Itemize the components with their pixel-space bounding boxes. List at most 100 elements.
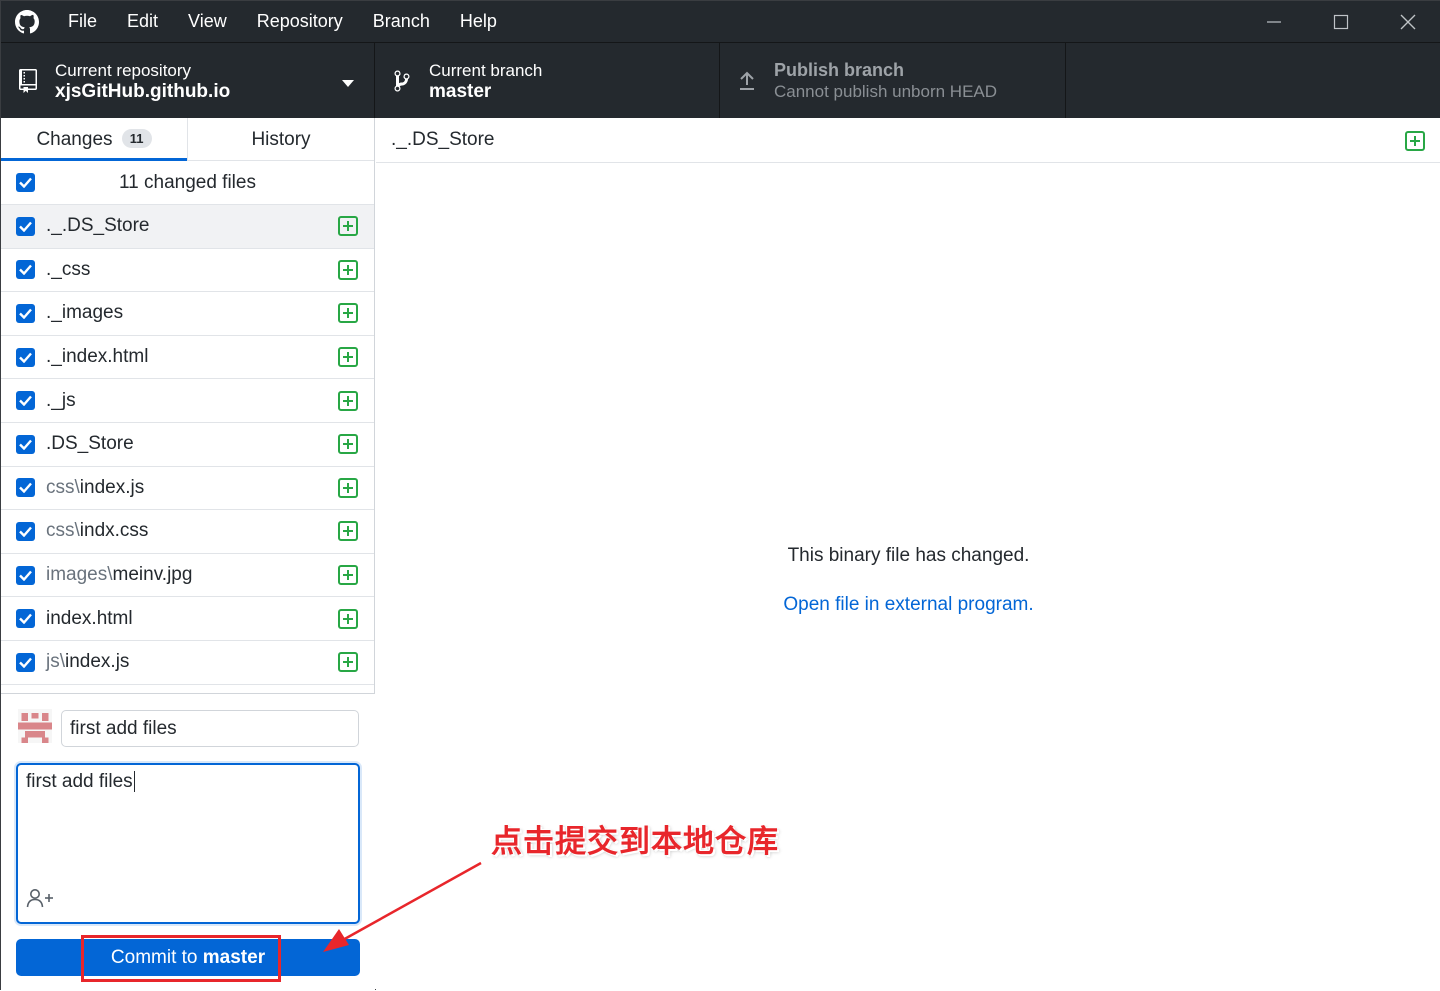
file-checkbox[interactable]: [16, 303, 35, 323]
file-name: ._css: [46, 258, 91, 280]
check-icon: [19, 657, 32, 668]
check-icon: [19, 265, 32, 276]
file-path: js\index.js: [46, 651, 129, 673]
file-checkbox[interactable]: [16, 609, 35, 629]
file-name: index.js: [79, 476, 145, 498]
github-logo-icon: [1, 1, 53, 42]
add-coauthor-icon[interactable]: [26, 888, 54, 914]
file-row[interactable]: ._images: [1, 292, 374, 336]
tab-changes[interactable]: Changes 11: [1, 118, 187, 161]
binary-file-message: This binary file has changed.: [787, 545, 1030, 566]
file-checkbox[interactable]: [16, 478, 35, 498]
tab-history[interactable]: History: [187, 118, 374, 160]
file-checkbox[interactable]: [16, 347, 35, 367]
repo-icon: [1, 69, 55, 93]
file-path: .DS_Store: [46, 433, 134, 455]
file-path: ._index.html: [46, 346, 148, 368]
file-checkbox[interactable]: [16, 391, 35, 411]
publish-branch-button[interactable]: Publish branch Cannot publish unborn HEA…: [720, 43, 1066, 119]
file-added-icon: [338, 390, 358, 411]
changed-files-count: 11 changed files: [119, 171, 256, 193]
current-repository-dropdown[interactable]: Current repository xjsGitHub.github.io: [1, 43, 375, 119]
diff-file-path: ._.DS_Store: [391, 129, 495, 150]
menu-repository[interactable]: Repository: [242, 1, 358, 42]
check-icon: [19, 526, 32, 537]
branch-name: master: [429, 80, 492, 102]
changed-file-list: ._.DS_Store ._css ._images ._index.html ._js…: [1, 205, 374, 685]
open-external-link[interactable]: Open file in external program.: [376, 594, 1440, 616]
github-desktop-window: File Edit View Repository Branch Help Cu…: [0, 0, 1440, 991]
current-branch-dropdown[interactable]: Current branch master: [375, 43, 720, 119]
file-added-icon: [338, 347, 358, 368]
file-checkbox[interactable]: [16, 260, 35, 280]
commit-description-text: first add files: [26, 771, 135, 792]
changes-count-badge: 11: [121, 129, 152, 148]
file-row[interactable]: ._index.html: [1, 336, 374, 380]
check-icon: [19, 483, 32, 494]
toolbar: Current repository xjsGitHub.github.io C…: [1, 42, 1440, 119]
file-checkbox[interactable]: [16, 216, 35, 236]
file-row[interactable]: ._.DS_Store: [1, 205, 374, 249]
publish-label: Publish branch: [774, 59, 905, 80]
file-row[interactable]: ._js: [1, 379, 374, 423]
file-path: css\indx.css: [46, 520, 148, 542]
check-icon: [19, 308, 32, 319]
minimize-icon: [1266, 20, 1281, 23]
file-checkbox[interactable]: [16, 652, 35, 672]
branch-label: Current branch: [429, 60, 543, 80]
file-name: ._.DS_Store: [46, 215, 150, 237]
file-checkbox[interactable]: [16, 434, 35, 454]
commit-description-input[interactable]: first add files: [16, 763, 360, 924]
file-row[interactable]: css\index.js: [1, 467, 374, 511]
commit-summary-input[interactable]: first add files: [61, 710, 359, 747]
file-added-icon: [338, 565, 358, 586]
menu-view[interactable]: View: [173, 1, 242, 42]
check-icon: [19, 221, 32, 232]
file-added-icon: [338, 434, 358, 455]
menu-edit[interactable]: Edit: [112, 1, 173, 42]
file-row[interactable]: index.html: [1, 597, 374, 641]
branch-icon: [375, 69, 429, 93]
minimize-button[interactable]: [1240, 1, 1307, 42]
check-icon: [19, 613, 32, 625]
upload-icon: [720, 70, 774, 92]
file-dir: images\: [46, 564, 113, 586]
file-added-icon: [1405, 131, 1425, 156]
menu-help[interactable]: Help: [445, 1, 512, 42]
file-row[interactable]: css\indx.css: [1, 510, 374, 554]
menu-file[interactable]: File: [53, 1, 112, 42]
file-name: index.js: [65, 651, 130, 673]
open-external-link-text: Open file in external program.: [783, 594, 1034, 615]
file-added-icon: [338, 259, 358, 280]
changed-files-header: 11 changed files: [1, 161, 374, 205]
file-dir: css\: [46, 476, 80, 498]
file-added-icon: [338, 608, 358, 629]
file-name: indx.css: [79, 520, 149, 542]
file-path: ._css: [46, 259, 90, 281]
file-checkbox[interactable]: [16, 521, 35, 541]
check-icon: [19, 352, 32, 363]
check-icon: [19, 395, 32, 407]
file-row[interactable]: js\index.js: [1, 641, 374, 685]
check-icon: [19, 570, 32, 581]
file-added-icon: [338, 216, 358, 237]
file-added-icon: [338, 477, 358, 498]
repo-name: xjsGitHub.github.io: [55, 80, 231, 102]
changes-sidebar: Changes 11 History 11 changed files ._.D…: [1, 118, 375, 991]
close-button[interactable]: [1374, 1, 1440, 42]
title-bar: File Edit View Repository Branch Help: [1, 1, 1440, 42]
file-checkbox[interactable]: [16, 565, 35, 585]
menu-branch[interactable]: Branch: [358, 1, 445, 42]
file-row[interactable]: images\meinv.jpg: [1, 554, 374, 598]
annotation-label: 点击提交到本地仓库: [491, 824, 779, 860]
file-row[interactable]: .DS_Store: [1, 423, 374, 467]
check-icon: [19, 439, 32, 450]
file-name: ._index.html: [46, 346, 149, 368]
file-name: .DS_Store: [46, 433, 134, 455]
file-row[interactable]: ._css: [1, 249, 374, 293]
maximize-button[interactable]: [1307, 1, 1374, 42]
chevron-down-icon: [342, 75, 354, 93]
sidebar-tabs: Changes 11 History: [1, 118, 374, 161]
file-path: ._images: [46, 302, 123, 324]
menu-bar: File Edit View Repository Branch Help: [53, 1, 512, 42]
